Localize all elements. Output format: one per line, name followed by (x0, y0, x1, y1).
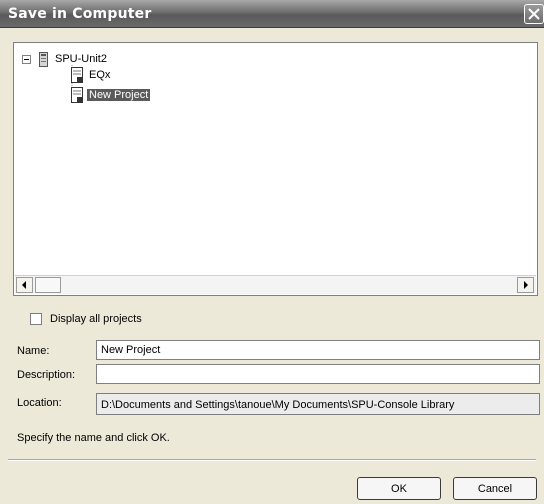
display-all-projects-label: Display all projects (50, 313, 142, 325)
horizontal-scrollbar[interactable] (15, 275, 536, 294)
close-icon (528, 8, 540, 20)
name-field[interactable]: New Project (96, 340, 540, 360)
tree-label-root: SPU-Unit2 (55, 53, 107, 65)
tree-node-eqx[interactable]: EQx (70, 67, 112, 83)
ok-button[interactable]: OK (357, 477, 441, 500)
project-tree[interactable]: SPU-Unit2 EQx New Project (13, 42, 538, 296)
scroll-left-button[interactable] (16, 277, 33, 293)
divider (8, 459, 536, 461)
instruction-text: Specify the name and click OK. (17, 432, 170, 444)
display-all-projects-checkbox[interactable] (30, 313, 42, 325)
description-field[interactable] (96, 364, 540, 384)
document-icon (71, 67, 83, 83)
display-all-projects-option[interactable]: Display all projects (30, 313, 142, 325)
device-icon (39, 51, 48, 67)
name-label: Name: (17, 345, 50, 357)
cancel-button[interactable]: Cancel (453, 477, 537, 500)
description-label: Description: (17, 369, 76, 381)
save-dialog: Save in Computer SPU-Unit2 EQx New Proje… (0, 0, 544, 504)
title-bar[interactable]: Save in Computer (0, 0, 544, 28)
tree-node-root[interactable]: SPU-Unit2 (22, 51, 109, 67)
tree-node-new-project[interactable]: New Project (70, 87, 151, 103)
scroll-right-button[interactable] (517, 277, 534, 293)
minus-box-icon[interactable] (22, 54, 31, 64)
tree-label-new-project: New Project (87, 89, 151, 101)
scroll-thumb[interactable] (35, 277, 61, 293)
arrow-right-icon (524, 281, 528, 289)
close-button[interactable] (524, 4, 544, 24)
tree-label-eqx: EQx (89, 69, 111, 81)
location-label: Location: (17, 397, 62, 409)
location-field: D:\Documents and Settings\tanoue\My Docu… (96, 393, 540, 415)
document-icon (71, 87, 83, 103)
dialog-title: Save in Computer (8, 6, 152, 22)
arrow-left-icon (22, 281, 26, 289)
